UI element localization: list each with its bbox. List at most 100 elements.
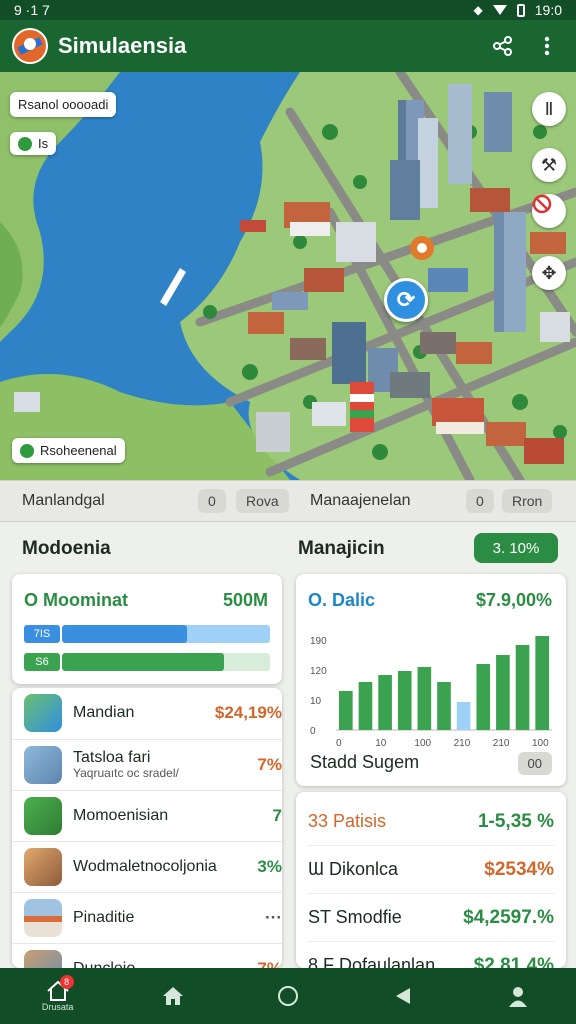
panel-toolbar: Manlandgal 0 Rova Manaajenelan 0 Rron: [0, 480, 576, 522]
stat-name: 8.F Dofaulanlan: [308, 955, 436, 968]
notification-badge: 8: [59, 975, 74, 989]
hammer-icon[interactable]: ⚒: [532, 148, 566, 182]
chart-bar[interactable]: [397, 671, 412, 730]
list-item[interactable]: Duncleio 7%: [12, 943, 282, 968]
map-label-small[interactable]: Is: [10, 132, 57, 155]
progress-row: 7IS: [24, 624, 270, 644]
construction-icon: [24, 745, 62, 784]
list-item-title: Duncleio: [73, 960, 135, 968]
map-label-bottom[interactable]: Rsoheenenal: [12, 438, 125, 463]
chart-card-head: O. Dalic $7.9,00%: [308, 590, 552, 611]
chart-bar[interactable]: [535, 636, 549, 730]
app-title: Simulaensia: [58, 33, 187, 58]
map-label-top[interactable]: Rsanol ooooadi: [10, 92, 117, 117]
stat-name: 33 Patisis: [308, 811, 387, 831]
house-icon: [162, 987, 183, 1005]
list-item[interactable]: Mandian $24,19%: [12, 688, 282, 738]
nav-home[interactable]: 8 Drusata: [28, 968, 88, 1024]
chart-card[interactable]: O. Dalic $7.9,00% 0 10 120 190 0 10 100 210 210 1…: [296, 574, 566, 786]
chart-bar[interactable]: [496, 655, 510, 730]
chart-bar[interactable]: [515, 645, 530, 730]
list-item-subtitle: Yaqruaıtc oc sradel/: [73, 765, 179, 780]
map-label-small-text: Is: [38, 136, 49, 151]
stat-row[interactable]: 8.F Dofaulanlan $2.81.4%: [308, 942, 554, 969]
nav-back[interactable]: [373, 968, 433, 1024]
chart-x-tick: 210: [454, 738, 471, 749]
map-label-bottom-text: Rsoheenenal: [40, 443, 117, 458]
list-item-title: Wodmaletnocoljonia: [73, 857, 217, 875]
chart-x-tick: 100: [414, 738, 431, 749]
chart-bar[interactable]: [339, 691, 353, 730]
worker-icon: [24, 796, 62, 835]
toolbar-right-pill-2[interactable]: Rron: [502, 489, 553, 513]
battery-icon: [516, 3, 525, 17]
sync-pin-icon[interactable]: ⟳: [384, 278, 428, 322]
stat-value: 1-5,35 %: [477, 810, 554, 832]
info-icon[interactable]: Ⅱ: [532, 92, 566, 126]
chart-bar[interactable]: [417, 667, 432, 730]
city-map[interactable]: Rsanol ooooadi Is Rsoheenenal Ⅱ ⚒ ✥ ⟳: [0, 72, 576, 480]
map-label-top-text: Rsanol ooooadi: [18, 97, 109, 112]
chart-bar[interactable]: [437, 682, 451, 730]
chart-bar[interactable]: [358, 682, 373, 730]
status-bar: 9 ·1 7 ◆ 19:0: [0, 0, 576, 20]
toolbar-right-pill-1[interactable]: 0: [466, 489, 494, 513]
bar-chart: 0 10 120 190 0 10 100 210 210 100: [310, 636, 552, 749]
stat-row[interactable]: 33 Patisis 1-5,35 %: [308, 798, 554, 846]
metric-card[interactable]: O Moominat 500M 7IS S6: [12, 574, 282, 684]
progress-track: [62, 625, 270, 643]
list-item-value: ···: [265, 907, 282, 927]
nav-circle[interactable]: [258, 968, 318, 1024]
list-item-value: 7: [272, 805, 282, 825]
chart-y-tick: 120: [310, 666, 327, 677]
list-item[interactable]: Wodmaletnocoljonia 3%: [12, 841, 282, 891]
location-icon: [20, 443, 34, 458]
bottom-navigation: 8 Drusata: [0, 968, 576, 1024]
list-card: Mandian $24,19% Tatsloa fari Yaqruaıtc oc s…: [12, 688, 282, 968]
percent-badge[interactable]: 3. 10%: [474, 533, 558, 563]
status-time-left: 9 ·1 7: [14, 2, 50, 18]
nav-profile[interactable]: [488, 968, 548, 1024]
no-entry-icon[interactable]: [532, 194, 566, 228]
toolbar-right-label: Manaajenelan: [310, 492, 411, 509]
shield-icon: [18, 136, 32, 151]
right-section-title: Manajicin: [298, 538, 385, 559]
toolbar-left-pill-1[interactable]: 0: [198, 489, 226, 513]
chart-x-tick: 0: [336, 738, 342, 749]
list-item-label: Mandian: [73, 704, 215, 722]
chart-bar[interactable]: [456, 702, 471, 730]
nav-house[interactable]: [143, 968, 203, 1024]
chart-bar[interactable]: [476, 664, 491, 730]
chart-card-title: O. Dalic: [308, 590, 376, 610]
circle-icon: [277, 986, 298, 1006]
chart-x-tick: 210: [493, 738, 510, 749]
progress-fill: [62, 653, 225, 671]
list-item-title: Mandian: [73, 704, 135, 722]
city-icon: [24, 949, 62, 968]
building-icon: [24, 898, 62, 937]
chart-card-value: $7.9,00%: [475, 590, 552, 610]
progress-track: [62, 653, 270, 671]
list-item-label: Pinaditie: [73, 909, 265, 927]
build-icon[interactable]: ✥: [532, 256, 566, 290]
list-item-value: 7%: [257, 958, 282, 969]
signal-icon: [492, 5, 507, 15]
chart-y-tick: 10: [310, 696, 322, 707]
metric-card-value: 500M: [222, 590, 268, 610]
toolbar-left-pill-2[interactable]: Rova: [236, 489, 289, 513]
progress-tag: S6: [24, 653, 60, 671]
stat-value: $2534%: [484, 858, 554, 880]
chart-footer-pill[interactable]: 00: [517, 752, 552, 775]
stat-row[interactable]: ST Smodfie $4,2597.%: [308, 894, 554, 942]
list-item[interactable]: Tatsloa fari Yaqruaıtc oc sradel/7%: [12, 739, 282, 789]
list-item[interactable]: Momoenisian 7: [12, 790, 282, 840]
list-item-title: Momoenisian: [73, 806, 169, 824]
more-vert-icon[interactable]: [530, 29, 564, 63]
share-icon[interactable]: [486, 29, 520, 63]
stat-name: Ɯ Dikonlca: [308, 859, 399, 879]
chart-bar[interactable]: [378, 675, 392, 730]
wifi-icon: ◆: [473, 3, 483, 17]
list-item[interactable]: Pinaditie ···: [12, 892, 282, 942]
progress-tag: 7IS: [24, 625, 60, 643]
stat-row[interactable]: Ɯ Dikonlca $2534%: [308, 846, 554, 894]
